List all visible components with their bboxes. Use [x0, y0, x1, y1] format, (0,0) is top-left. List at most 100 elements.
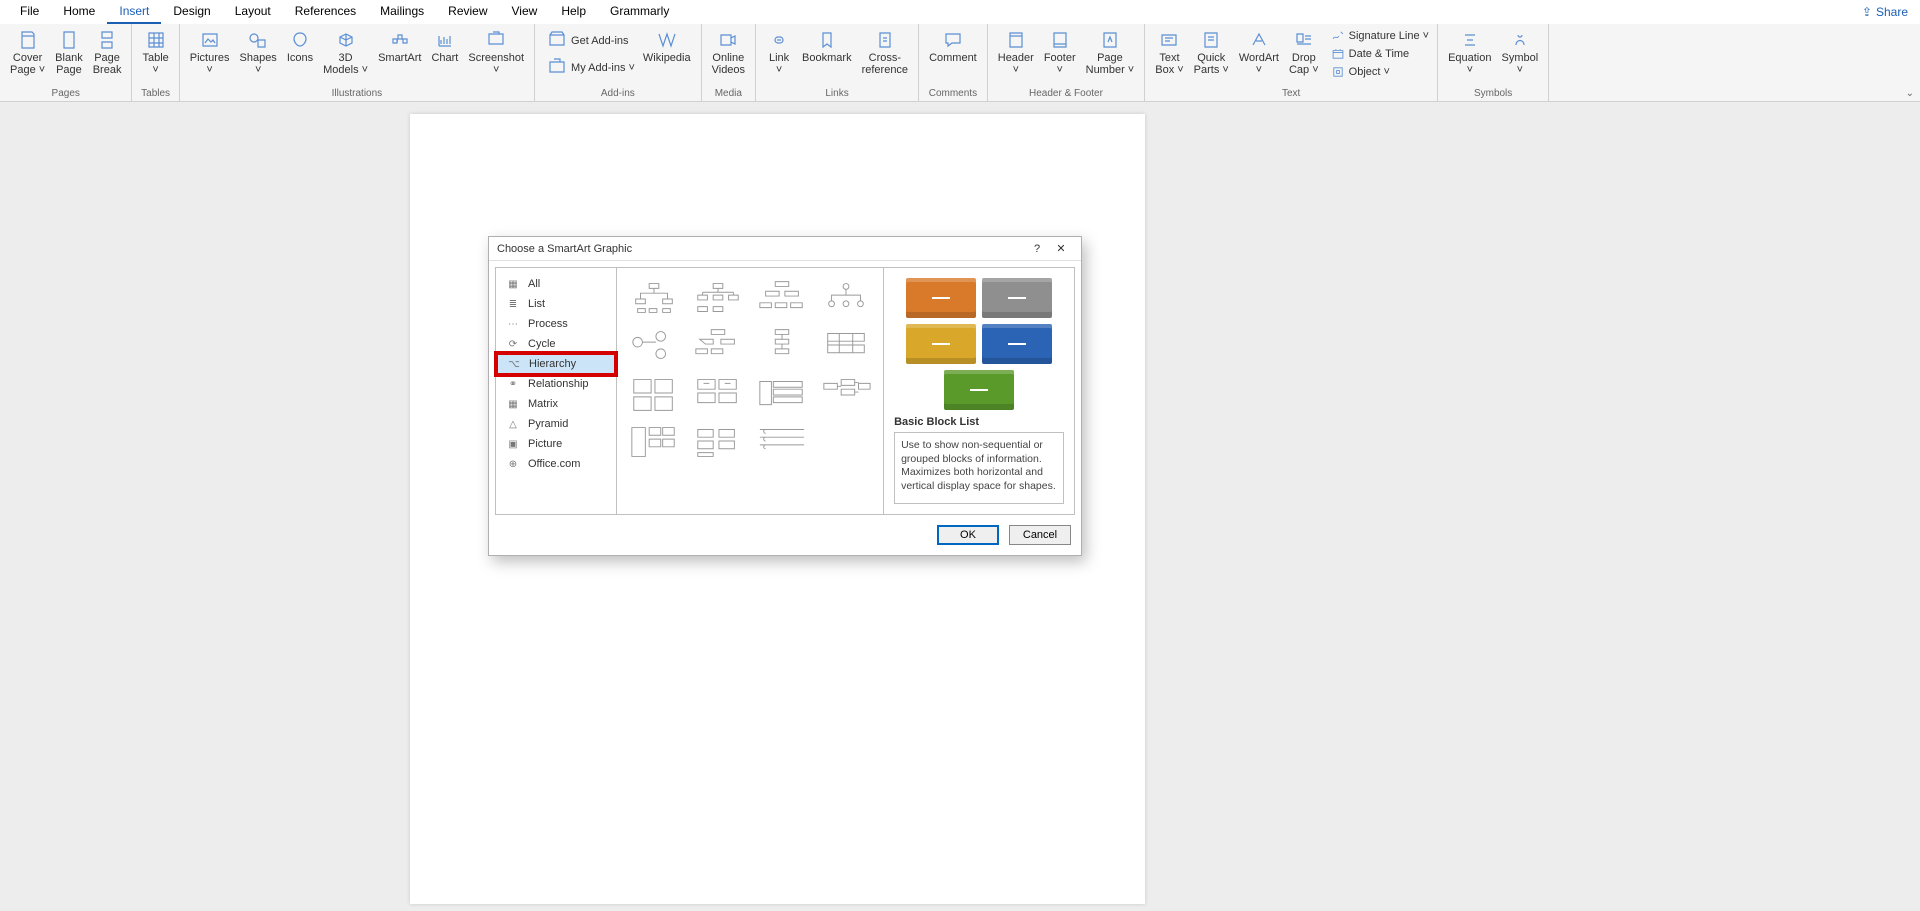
layout-thumb-11[interactable]	[819, 374, 873, 414]
category-label: List	[528, 298, 545, 310]
ribbon-object[interactable]: Object ˅	[1329, 64, 1431, 80]
ribbon-pic-button[interactable]: Pictures˅	[186, 26, 234, 78]
link-icon	[769, 30, 789, 50]
ribbon-xref-button[interactable]: Cross-reference	[858, 26, 912, 78]
ribbon-break-button[interactable]: PageBreak	[89, 26, 126, 78]
ribbon-sig[interactable]: Signature Line ˅	[1329, 28, 1431, 44]
category-pyramid[interactable]: △Pyramid	[496, 414, 616, 434]
ok-button[interactable]: OK	[937, 525, 999, 545]
share-button[interactable]: ⇪ Share	[1862, 5, 1908, 19]
ribbon-icons-button[interactable]: Icons	[283, 26, 317, 66]
dialog-titlebar: Choose a SmartArt Graphic ? ✕	[489, 237, 1081, 261]
ribbon-blank-button[interactable]: BlankPage	[51, 26, 87, 78]
layout-thumb-4[interactable]	[627, 326, 681, 366]
layout-thumb-10[interactable]	[755, 374, 809, 414]
layout-thumb-6[interactable]	[755, 326, 809, 366]
layout-thumb-2[interactable]	[755, 278, 809, 318]
cancel-button[interactable]: Cancel	[1009, 525, 1071, 545]
layout-thumb-8[interactable]	[627, 374, 681, 414]
ribbon-wordart-button[interactable]: WordArt˅	[1235, 26, 1283, 78]
ribbon-textbox-button[interactable]: TextBox ˅	[1151, 26, 1187, 78]
ribbon-label: 3DModels ˅	[323, 52, 368, 76]
menu-tab-insert[interactable]: Insert	[107, 0, 161, 24]
ribbon-pagenum-button[interactable]: PageNumber ˅	[1082, 26, 1139, 78]
preview-block-4	[944, 370, 1014, 410]
layout-thumb-14[interactable]	[755, 422, 809, 462]
menu-tab-layout[interactable]: Layout	[223, 0, 283, 24]
screenshot-icon	[486, 30, 506, 50]
category-picture[interactable]: ▣Picture	[496, 434, 616, 454]
preview-block-3	[982, 324, 1052, 364]
ribbon-label: Signature Line ˅	[1349, 30, 1429, 42]
menu-tab-mailings[interactable]: Mailings	[368, 0, 436, 24]
ribbon-label: Header˅	[998, 52, 1034, 76]
menu-tab-references[interactable]: References	[283, 0, 368, 24]
dialog-help-button[interactable]: ?	[1025, 243, 1049, 255]
relationship-icon: ⚭	[506, 378, 520, 390]
preview-color-grid	[894, 278, 1064, 410]
dialog-close-button[interactable]: ✕	[1049, 242, 1073, 255]
ribbon-eq-button[interactable]: Equation˅	[1444, 26, 1495, 78]
ribbon-label: Bookmark	[802, 52, 852, 64]
ribbon-wiki-button[interactable]: Wikipedia	[639, 26, 695, 66]
ribbon-sym-button[interactable]: Symbol˅	[1498, 26, 1543, 78]
category-label: Pyramid	[528, 418, 568, 430]
ribbon-bookmark-button[interactable]: Bookmark	[798, 26, 856, 66]
ribbon-footer-button[interactable]: Footer˅	[1040, 26, 1080, 78]
ribbon-group-symbols: Equation˅Symbol˅Symbols	[1438, 24, 1549, 101]
ribbon-quickparts-button[interactable]: QuickParts ˅	[1190, 26, 1233, 78]
category-relationship[interactable]: ⚭Relationship	[496, 374, 616, 394]
ribbon-myaddins[interactable]: My Add-ins ˅	[545, 55, 637, 80]
layout-thumb-5[interactable]	[691, 326, 745, 366]
category-hierarchy[interactable]: ⌥Hierarchy	[496, 353, 616, 375]
ribbon-link-button[interactable]: Link˅	[762, 26, 796, 78]
category-office[interactable]: ⊕Office.com	[496, 454, 616, 474]
layout-thumb-12[interactable]	[627, 422, 681, 462]
menu-tab-design[interactable]: Design	[161, 0, 222, 24]
ribbon-store[interactable]: Get Add-ins	[545, 28, 637, 53]
ribbon-label: Symbol˅	[1502, 52, 1539, 76]
ribbon-insert: CoverPage ˅BlankPagePageBreakPagesTable˅…	[0, 24, 1920, 102]
ribbon-label: Pictures˅	[190, 52, 230, 76]
category-list[interactable]: ≣List	[496, 294, 616, 314]
ribbon-screenshot-button[interactable]: Screenshot˅	[464, 26, 528, 78]
menu-tab-home[interactable]: Home	[51, 0, 107, 24]
layout-thumb-1[interactable]	[691, 278, 745, 318]
category-label: Matrix	[528, 398, 558, 410]
menu-tab-help[interactable]: Help	[549, 0, 598, 24]
ribbon-collapse-chevron[interactable]: ⌄	[1906, 88, 1914, 99]
category-process[interactable]: ⋯Process	[496, 314, 616, 334]
menu-tab-review[interactable]: Review	[436, 0, 499, 24]
preview-block-1	[982, 278, 1052, 318]
ribbon-cover-button[interactable]: CoverPage ˅	[6, 26, 49, 78]
ribbon-shapes-button[interactable]: Shapes˅	[236, 26, 281, 78]
ribbon-comment-button[interactable]: Comment	[925, 26, 981, 66]
ribbon-video-button[interactable]: OnlineVideos	[708, 26, 749, 78]
menu-tab-grammarly[interactable]: Grammarly	[598, 0, 681, 24]
ribbon-header-button[interactable]: Header˅	[994, 26, 1038, 78]
pagenum-icon	[1100, 30, 1120, 50]
category-cycle[interactable]: ⟳Cycle	[496, 334, 616, 354]
ribbon-group-comments: CommentComments	[919, 24, 988, 101]
category-all[interactable]: ▦All	[496, 274, 616, 294]
ribbon-datetime[interactable]: Date & Time	[1329, 46, 1431, 62]
ribbon-smartart-button[interactable]: SmartArt	[374, 26, 425, 66]
layout-thumb-0[interactable]	[627, 278, 681, 318]
layout-thumb-13[interactable]	[691, 422, 745, 462]
ribbon-dropcap-button[interactable]: DropCap ˅	[1285, 26, 1323, 78]
pic-icon	[200, 30, 220, 50]
layout-thumb-7[interactable]	[819, 326, 873, 366]
ribbon-label: Cross-reference	[862, 52, 908, 76]
preview-name: Basic Block List	[894, 416, 1064, 428]
layout-thumb-9[interactable]	[691, 374, 745, 414]
ribbon-3d-button[interactable]: 3DModels ˅	[319, 26, 372, 78]
ribbon-table-button[interactable]: Table˅	[138, 26, 172, 78]
layout-thumb-3[interactable]	[819, 278, 873, 318]
process-icon: ⋯	[506, 318, 520, 330]
ribbon-chart-button[interactable]: Chart	[427, 26, 462, 66]
ribbon-label: CoverPage ˅	[10, 52, 45, 76]
menu-tab-view[interactable]: View	[500, 0, 550, 24]
category-matrix[interactable]: ▦Matrix	[496, 394, 616, 414]
menu-tab-file[interactable]: File	[8, 0, 51, 24]
dialog-body: ▦All≣List⋯Process⟳Cycle⌥Hierarchy⚭Relati…	[495, 267, 1075, 515]
